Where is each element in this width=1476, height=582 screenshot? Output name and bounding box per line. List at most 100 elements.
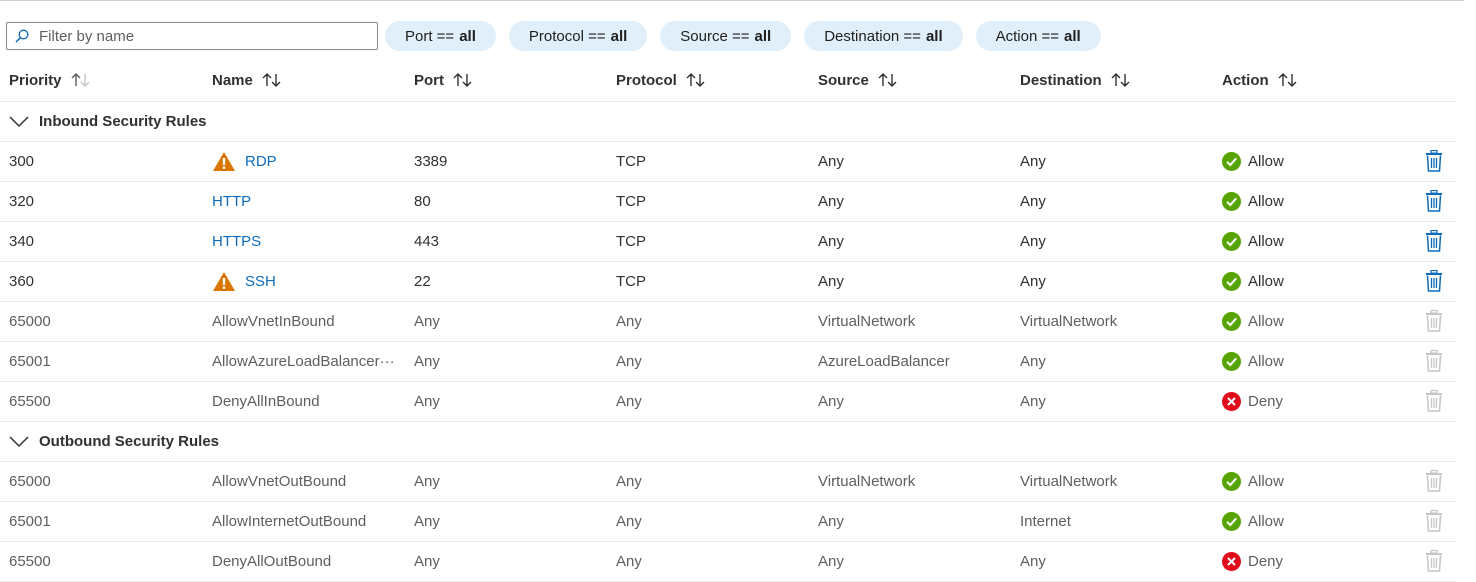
- cell-action: Allow: [1222, 302, 1284, 341]
- table-row[interactable]: 300 RDP 3389 TCP Any Any Allow: [0, 142, 1456, 182]
- action-label: Allow: [1248, 353, 1284, 370]
- filter-pill-port[interactable]: Port == all: [385, 21, 496, 51]
- cell-destination: Any: [1020, 262, 1046, 301]
- cell-port: Any: [414, 382, 440, 421]
- deny-x-icon: [1222, 552, 1241, 571]
- delete-rule-trash-icon[interactable]: [1424, 230, 1444, 252]
- column-header-destination[interactable]: Destination: [1020, 59, 1132, 101]
- group-header-inbound[interactable]: Inbound Security Rules: [0, 102, 1456, 142]
- filter-pill-field: Action ==: [995, 27, 1060, 45]
- rule-name-link[interactable]: HTTP: [212, 193, 251, 210]
- cell-destination: VirtualNetwork: [1020, 302, 1117, 341]
- rule-name-link[interactable]: RDP: [245, 153, 277, 170]
- source-value: Any: [818, 553, 844, 570]
- rule-name: DenyAllInBound: [212, 393, 320, 410]
- table-row[interactable]: 320 HTTP 80 TCP Any Any Allow: [0, 182, 1456, 222]
- delete-rule-trash-icon[interactable]: [1424, 150, 1444, 172]
- destination-value: Any: [1020, 353, 1046, 370]
- port-value: Any: [414, 513, 440, 530]
- table-row[interactable]: 360 SSH 22 TCP Any Any Allow: [0, 262, 1456, 302]
- cell-priority: 360: [9, 262, 34, 301]
- group-title: Inbound Security Rules: [39, 113, 207, 130]
- cell-source: Any: [818, 382, 844, 421]
- rule-name-link[interactable]: SSH: [245, 273, 276, 290]
- cell-name[interactable]: HTTP: [212, 182, 251, 221]
- column-header-source[interactable]: Source: [818, 59, 899, 101]
- cell-destination: Any: [1020, 382, 1046, 421]
- cell-name[interactable]: SSH: [212, 262, 276, 301]
- column-header-priority[interactable]: Priority: [9, 59, 92, 101]
- sort-arrows-icon: [686, 73, 705, 87]
- cell-source: Any: [818, 182, 844, 221]
- column-header-protocol[interactable]: Protocol: [616, 59, 707, 101]
- cell-name[interactable]: RDP: [212, 142, 277, 181]
- cell-source: VirtualNetwork: [818, 302, 915, 341]
- cell-name: AllowVnetOutBound: [212, 462, 346, 501]
- cell-protocol: Any: [616, 382, 642, 421]
- protocol-value: TCP: [616, 153, 646, 170]
- delete-rule-trash-icon[interactable]: [1424, 270, 1444, 292]
- destination-value: Any: [1020, 153, 1046, 170]
- chevron-down-icon: [9, 115, 29, 127]
- cell-port: Any: [414, 542, 440, 581]
- cell-destination: Any: [1020, 342, 1046, 381]
- destination-value: Any: [1020, 553, 1046, 570]
- column-header-action[interactable]: Action: [1222, 59, 1299, 101]
- column-header-label: Source: [818, 71, 869, 89]
- filter-pill-field: Destination ==: [824, 27, 921, 45]
- cell-destination: Any: [1020, 542, 1046, 581]
- port-value: 443: [414, 233, 440, 250]
- cell-action: Allow: [1222, 142, 1284, 181]
- filter-search-box[interactable]: [6, 22, 378, 50]
- filter-pill-source[interactable]: Source == all: [660, 21, 792, 51]
- cell-name[interactable]: HTTPS: [212, 222, 261, 261]
- filter-pill-destination[interactable]: Destination == all: [804, 21, 963, 51]
- filter-pill-value: all: [1064, 27, 1081, 45]
- cell-action: Allow: [1222, 182, 1284, 221]
- allow-check-icon: [1222, 152, 1241, 171]
- filter-pill-field: Protocol ==: [528, 27, 606, 45]
- cell-name: AllowInternetOutBound: [212, 502, 366, 541]
- action-label: Deny: [1248, 393, 1284, 410]
- port-value: 80: [414, 193, 431, 210]
- cell-source: AzureLoadBalancer: [818, 342, 950, 381]
- cell-name: DenyAllOutBound: [212, 542, 331, 581]
- filter-pill-action[interactable]: Action == all: [975, 21, 1101, 51]
- cell-protocol: Any: [616, 462, 642, 501]
- rule-name-link[interactable]: HTTPS: [212, 233, 261, 250]
- port-value: Any: [414, 353, 440, 370]
- table-row[interactable]: 65000 AllowVnetOutBound Any Any VirtualNetwo…: [0, 462, 1456, 502]
- delete-rule-trash-icon[interactable]: [1424, 190, 1444, 212]
- table-row[interactable]: 65500 DenyAllOutBound Any Any Any Any Deny: [0, 542, 1456, 582]
- priority-value: 65500: [9, 553, 51, 570]
- filter-pill-protocol[interactable]: Protocol == all: [508, 21, 648, 51]
- priority-value: 65000: [9, 313, 51, 330]
- cell-source: Any: [818, 502, 844, 541]
- table-row[interactable]: 65500 DenyAllInBound Any Any Any Any Deny: [0, 382, 1456, 422]
- allow-check-icon: [1222, 512, 1241, 531]
- cell-name: DenyAllInBound: [212, 382, 320, 421]
- destination-value: Any: [1020, 273, 1046, 290]
- cell-action: Allow: [1222, 262, 1284, 301]
- column-header-name[interactable]: Name: [212, 59, 283, 101]
- priority-value: 340: [9, 233, 35, 250]
- table-row[interactable]: 65000 AllowVnetInBound Any Any VirtualNetwor…: [0, 302, 1456, 342]
- warning-icon: [213, 152, 235, 171]
- cell-destination: Internet: [1020, 502, 1071, 541]
- allow-check-icon: [1222, 472, 1241, 491]
- filter-by-name-input[interactable]: [37, 26, 361, 46]
- cell-action: Allow: [1222, 502, 1284, 541]
- group-header-outbound[interactable]: Outbound Security Rules: [0, 422, 1456, 462]
- table-row[interactable]: 65001 AllowAzureLoadBalancer··· Any Any Azur…: [0, 342, 1456, 382]
- destination-value: Any: [1020, 193, 1046, 210]
- column-header-port[interactable]: Port: [414, 59, 474, 101]
- cell-priority: 65500: [9, 382, 51, 421]
- cell-port: 443: [414, 222, 439, 261]
- table-row[interactable]: 65001 AllowInternetOutBound Any Any Any Inter…: [0, 502, 1456, 542]
- action-label: Allow: [1248, 273, 1284, 290]
- protocol-value: TCP: [616, 273, 646, 290]
- table-row[interactable]: 340 HTTPS 443 TCP Any Any Allow: [0, 222, 1456, 262]
- filter-bar: Port ==allProtocol ==allSource ==allDest…: [6, 21, 1101, 51]
- priority-value: 65001: [9, 513, 51, 530]
- sort-arrows-icon: [71, 73, 90, 87]
